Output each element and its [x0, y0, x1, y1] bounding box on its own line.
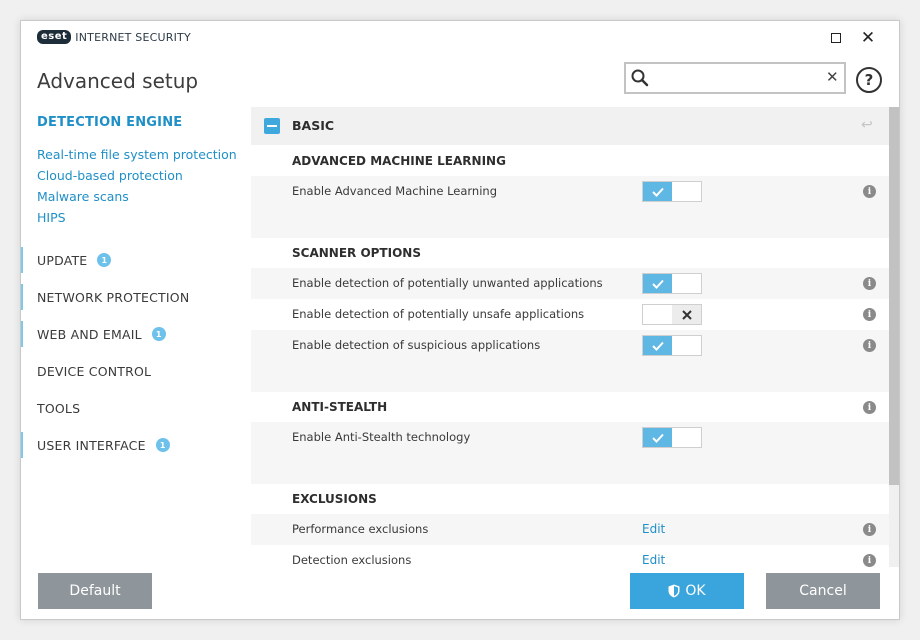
setting-label: Enable detection of potentially unsafe a…: [292, 307, 585, 321]
check-icon: [643, 336, 672, 355]
spacer-row: [251, 207, 889, 238]
sidebar-item-user-interface[interactable]: USER INTERFACE 1: [21, 432, 249, 458]
collapse-icon[interactable]: [264, 118, 280, 134]
info-icon[interactable]: i: [863, 554, 876, 567]
default-button[interactable]: Default: [38, 573, 152, 609]
setting-label: Enable detection of potentially unwanted…: [292, 276, 603, 290]
info-icon[interactable]: i: [863, 401, 876, 414]
group-title-exclusions: EXCLUSIONS: [292, 492, 377, 506]
ok-button[interactable]: OK: [630, 573, 744, 609]
scrollbar[interactable]: [889, 107, 899, 567]
suspicious-apps-toggle[interactable]: [642, 335, 702, 356]
sidebar-sub-hips[interactable]: HIPS: [37, 210, 66, 225]
setting-row: Enable detection of suspicious applicati…: [251, 330, 889, 361]
advanced-setup-window: eset INTERNET SECURITY ✕ Advanced setup …: [20, 20, 900, 620]
maximize-icon: [831, 33, 841, 43]
cross-icon: [672, 305, 701, 324]
setting-row: Performance exclusions Edit i: [251, 514, 889, 545]
info-icon[interactable]: i: [863, 185, 876, 198]
setting-row: Enable Advanced Machine Learning i: [251, 176, 889, 207]
sidebar-item-label: UPDATE: [37, 252, 88, 268]
sidebar-item-web-and-email[interactable]: WEB AND EMAIL 1: [21, 321, 249, 347]
group-title-scanner: SCANNER OPTIONS: [292, 246, 421, 260]
spacer-row: [251, 361, 889, 392]
check-icon: [643, 182, 672, 201]
setting-label: Performance exclusions: [292, 522, 429, 536]
sidebar-item-label: NETWORK PROTECTION: [37, 289, 190, 305]
sidebar-item-device-control[interactable]: DEVICE CONTROL: [21, 358, 249, 384]
logo-text: INTERNET SECURITY: [75, 30, 191, 44]
group-title-aml: ADVANCED MACHINE LEARNING: [292, 154, 506, 168]
setting-label: Enable Advanced Machine Learning: [292, 184, 498, 198]
title-bar: eset INTERNET SECURITY ✕: [21, 21, 899, 57]
settings-panel: BASIC ↩ ADVANCED MACHINE LEARNING Enable…: [251, 107, 889, 567]
revert-icon[interactable]: ↩: [861, 117, 873, 133]
unsafe-apps-toggle[interactable]: [642, 304, 702, 325]
setting-label: Detection exclusions: [292, 553, 412, 567]
notification-badge: 1: [155, 438, 170, 452]
eset-logo: eset INTERNET SECURITY: [37, 30, 191, 44]
notification-badge: 1: [151, 327, 166, 341]
sidebar-item-label: DEVICE CONTROL: [37, 363, 152, 379]
setting-label: Enable detection of suspicious applicati…: [292, 338, 541, 352]
aml-toggle[interactable]: [642, 181, 702, 202]
notification-badge: 1: [97, 253, 112, 267]
sidebar-sub-malware-scans[interactable]: Malware scans: [37, 189, 129, 204]
button-label: Default: [69, 583, 121, 599]
info-icon[interactable]: i: [863, 308, 876, 321]
setting-label: Enable Anti-Stealth technology: [292, 430, 471, 444]
help-icon[interactable]: ?: [856, 67, 882, 93]
info-icon[interactable]: i: [863, 277, 876, 290]
pua-toggle[interactable]: [642, 273, 702, 294]
cancel-button[interactable]: Cancel: [766, 573, 880, 609]
sidebar-item-label: USER INTERFACE: [37, 437, 146, 453]
section-header-basic[interactable]: BASIC ↩: [251, 107, 889, 145]
button-label: OK: [685, 583, 706, 599]
setting-row: Enable detection of potentially unsafe a…: [251, 299, 889, 330]
page-title: Advanced setup: [37, 69, 199, 93]
edit-performance-exclusions-link[interactable]: Edit: [642, 522, 665, 536]
clear-search-icon[interactable]: ✕: [826, 68, 839, 86]
spacer-row: [251, 453, 889, 484]
close-button[interactable]: ✕: [857, 27, 879, 49]
setting-row: Detection exclusions Edit i: [251, 545, 889, 567]
sidebar-sub-cloud-protection[interactable]: Cloud-based protection: [37, 168, 183, 183]
sidebar-item-label: WEB AND EMAIL: [37, 326, 142, 342]
info-icon[interactable]: i: [863, 523, 876, 536]
antistealth-toggle[interactable]: [642, 427, 702, 448]
edit-detection-exclusions-link[interactable]: Edit: [642, 553, 665, 567]
close-icon: ✕: [860, 28, 876, 48]
search-box[interactable]: ✕: [624, 62, 846, 94]
setting-row: Enable detection of potentially unwanted…: [251, 268, 889, 299]
sidebar-item-tools[interactable]: TOOLS: [21, 395, 249, 421]
maximize-button[interactable]: [825, 27, 847, 49]
group-title-antistealth: ANTI-STEALTH: [292, 400, 388, 414]
button-label: Cancel: [799, 583, 847, 599]
check-icon: [643, 428, 672, 447]
sidebar-sub-realtime-protection[interactable]: Real-time file system protection: [37, 147, 237, 162]
sidebar-item-network-protection[interactable]: NETWORK PROTECTION: [21, 284, 249, 310]
check-icon: [643, 274, 672, 293]
section-title: BASIC: [292, 118, 335, 133]
sidebar: DETECTION ENGINE Real-time file system p…: [21, 107, 249, 567]
info-icon[interactable]: i: [863, 339, 876, 352]
sidebar-item-update[interactable]: UPDATE 1: [21, 247, 249, 273]
sidebar-item-label: TOOLS: [37, 400, 81, 416]
search-icon: [631, 69, 649, 87]
sidebar-item-detection-engine[interactable]: DETECTION ENGINE: [37, 115, 182, 130]
setting-row: Enable Anti-Stealth technology: [251, 422, 889, 453]
shield-icon: [668, 584, 680, 598]
search-input[interactable]: [654, 67, 814, 89]
logo-badge: eset: [37, 30, 72, 44]
scrollbar-thumb[interactable]: [889, 107, 899, 485]
